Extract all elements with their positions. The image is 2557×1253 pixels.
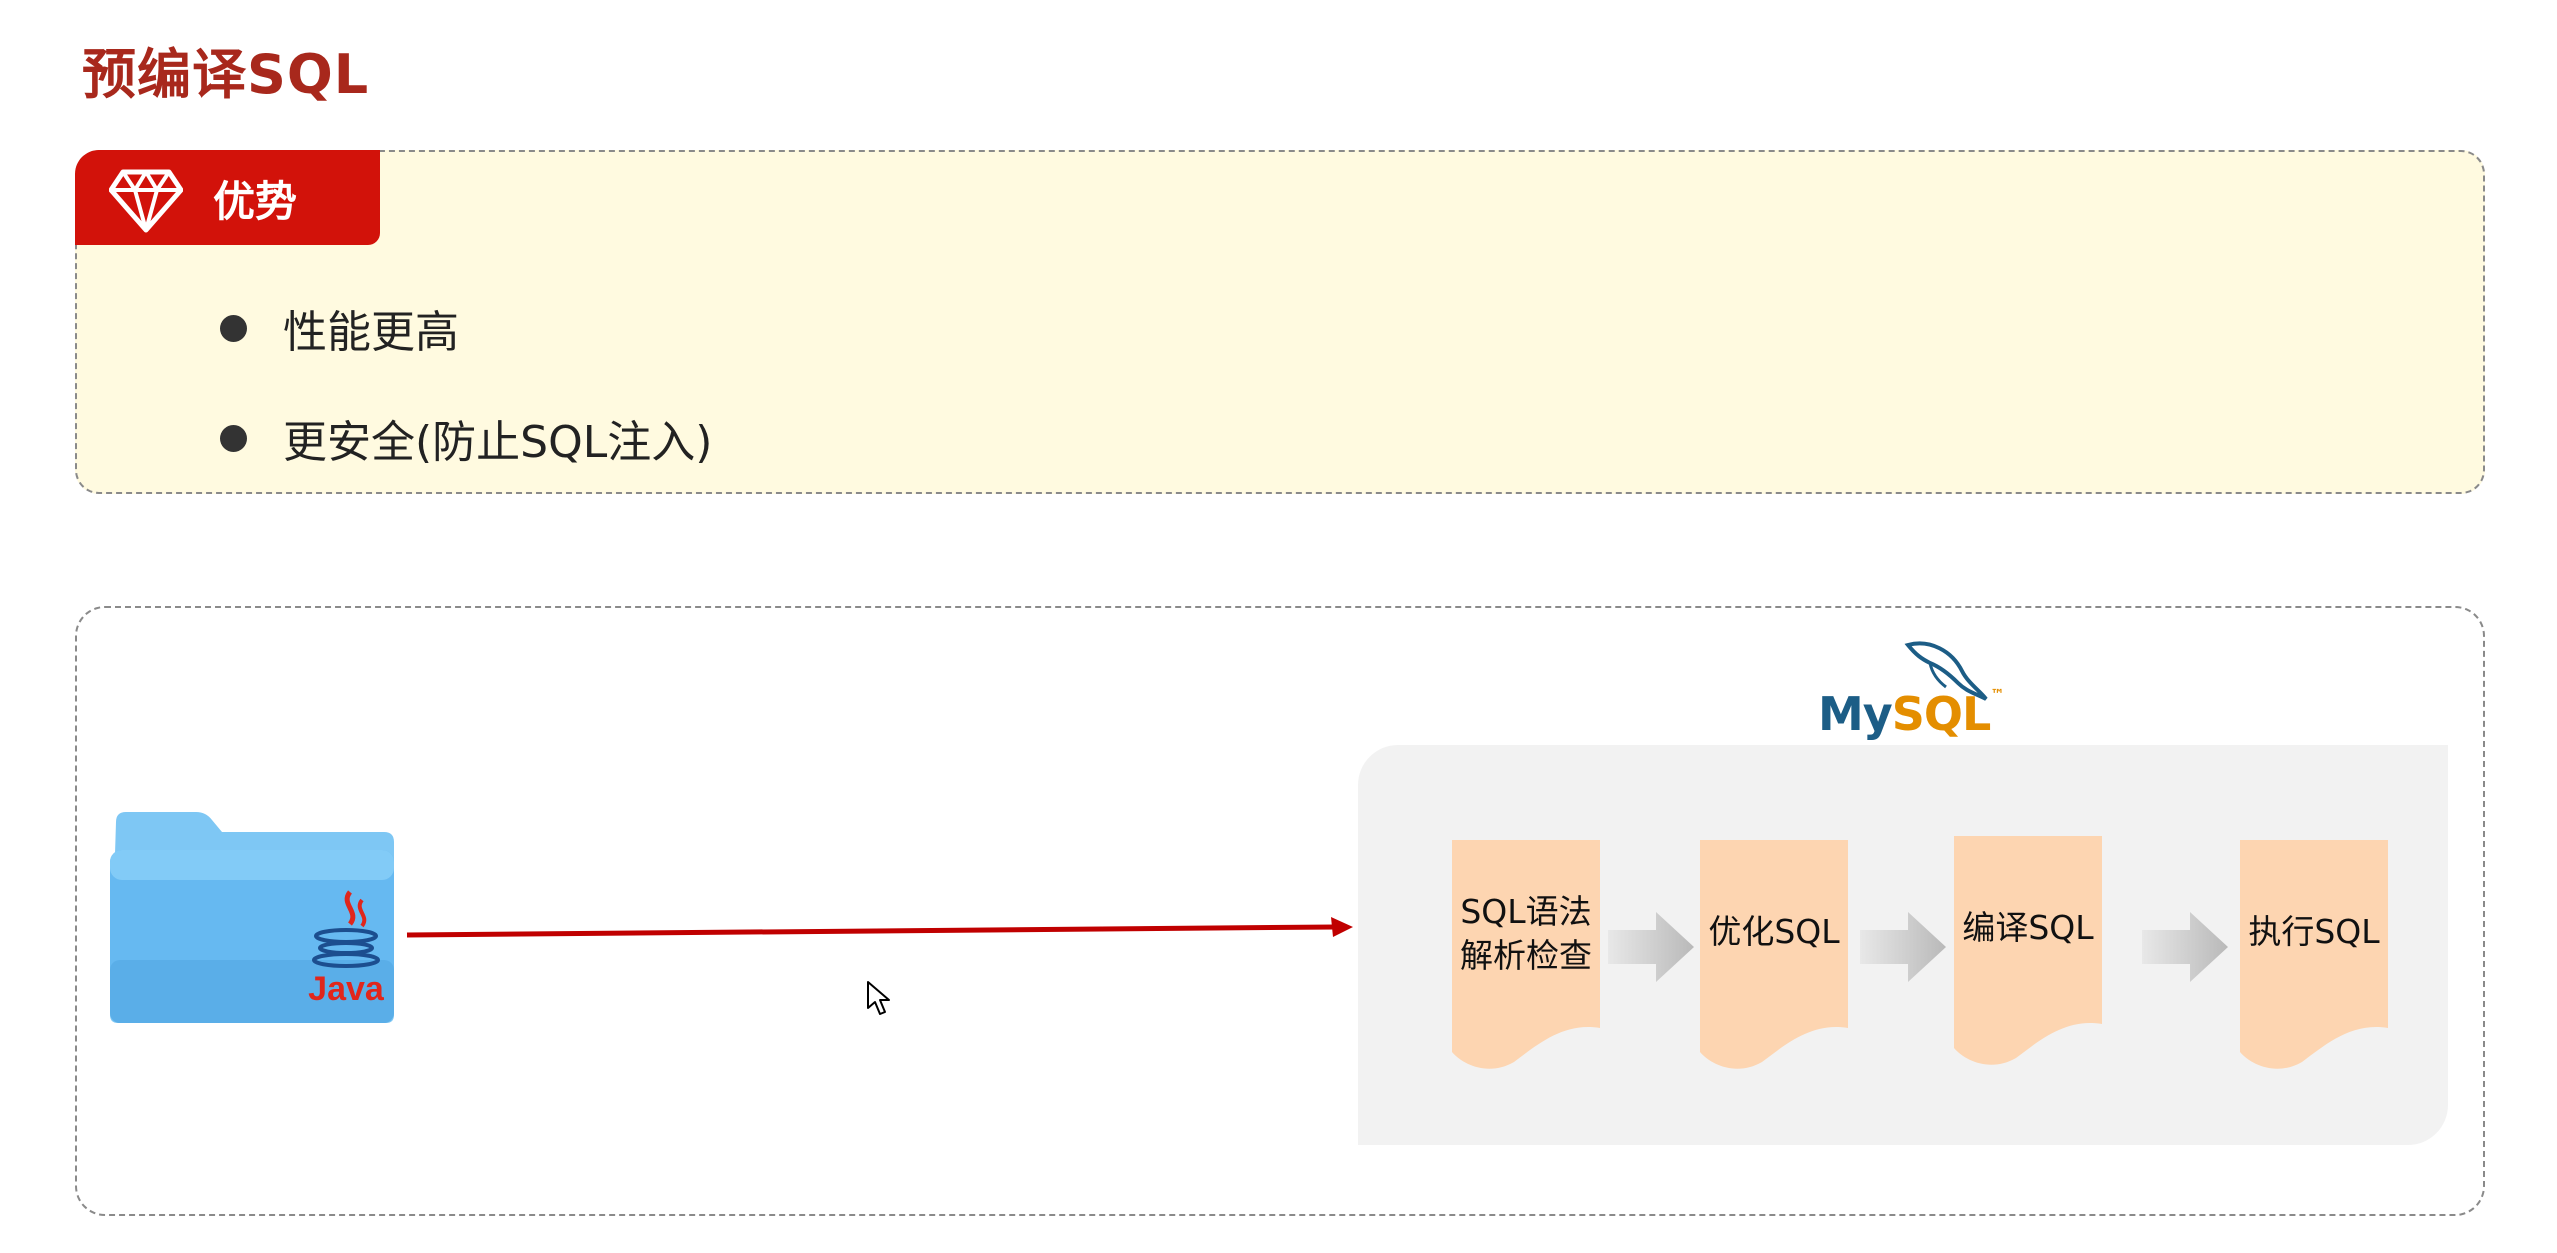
step-label: 执行SQL [2248, 912, 2380, 951]
bullet-icon [220, 424, 247, 452]
folder-icon: Java [110, 812, 394, 1023]
step-label: 优化SQL [1708, 912, 1840, 951]
page-title: 预编译SQL [82, 43, 370, 106]
mysql-logo-text: MySQL™ [1818, 687, 2004, 741]
list-item: 性能更高 [220, 296, 459, 360]
step-label: 编译SQL [1962, 908, 2094, 947]
step-compile: 编译SQL [1954, 836, 2102, 1066]
arrow-right-icon [1608, 912, 1694, 982]
diamond-icon [109, 169, 183, 233]
step-syntax-check: SQL语法 解析检查 [1452, 840, 1600, 1070]
advantage-text: 性能更高 [283, 307, 459, 358]
step-optimize: 优化SQL [1700, 840, 1848, 1070]
arrow-right-icon [1860, 912, 1946, 982]
advantage-text: 更安全(防止SQL注入) [283, 417, 713, 468]
java-label: Java [308, 970, 385, 1008]
advantages-tab: 优势 [75, 150, 380, 245]
advantages-tab-label: 优势 [213, 177, 298, 226]
step-execute: 执行SQL [2240, 840, 2388, 1070]
list-item: 更安全(防止SQL注入) [220, 406, 712, 470]
cursor-icon [867, 981, 890, 1015]
arrow-right-icon [406, 917, 1353, 938]
bullet-icon [220, 314, 247, 342]
arrow-right-icon [2142, 912, 2228, 982]
step-label: SQL语法 解析检查 [1460, 892, 1592, 975]
mysql-logo: MySQL™ [1815, 637, 2004, 747]
